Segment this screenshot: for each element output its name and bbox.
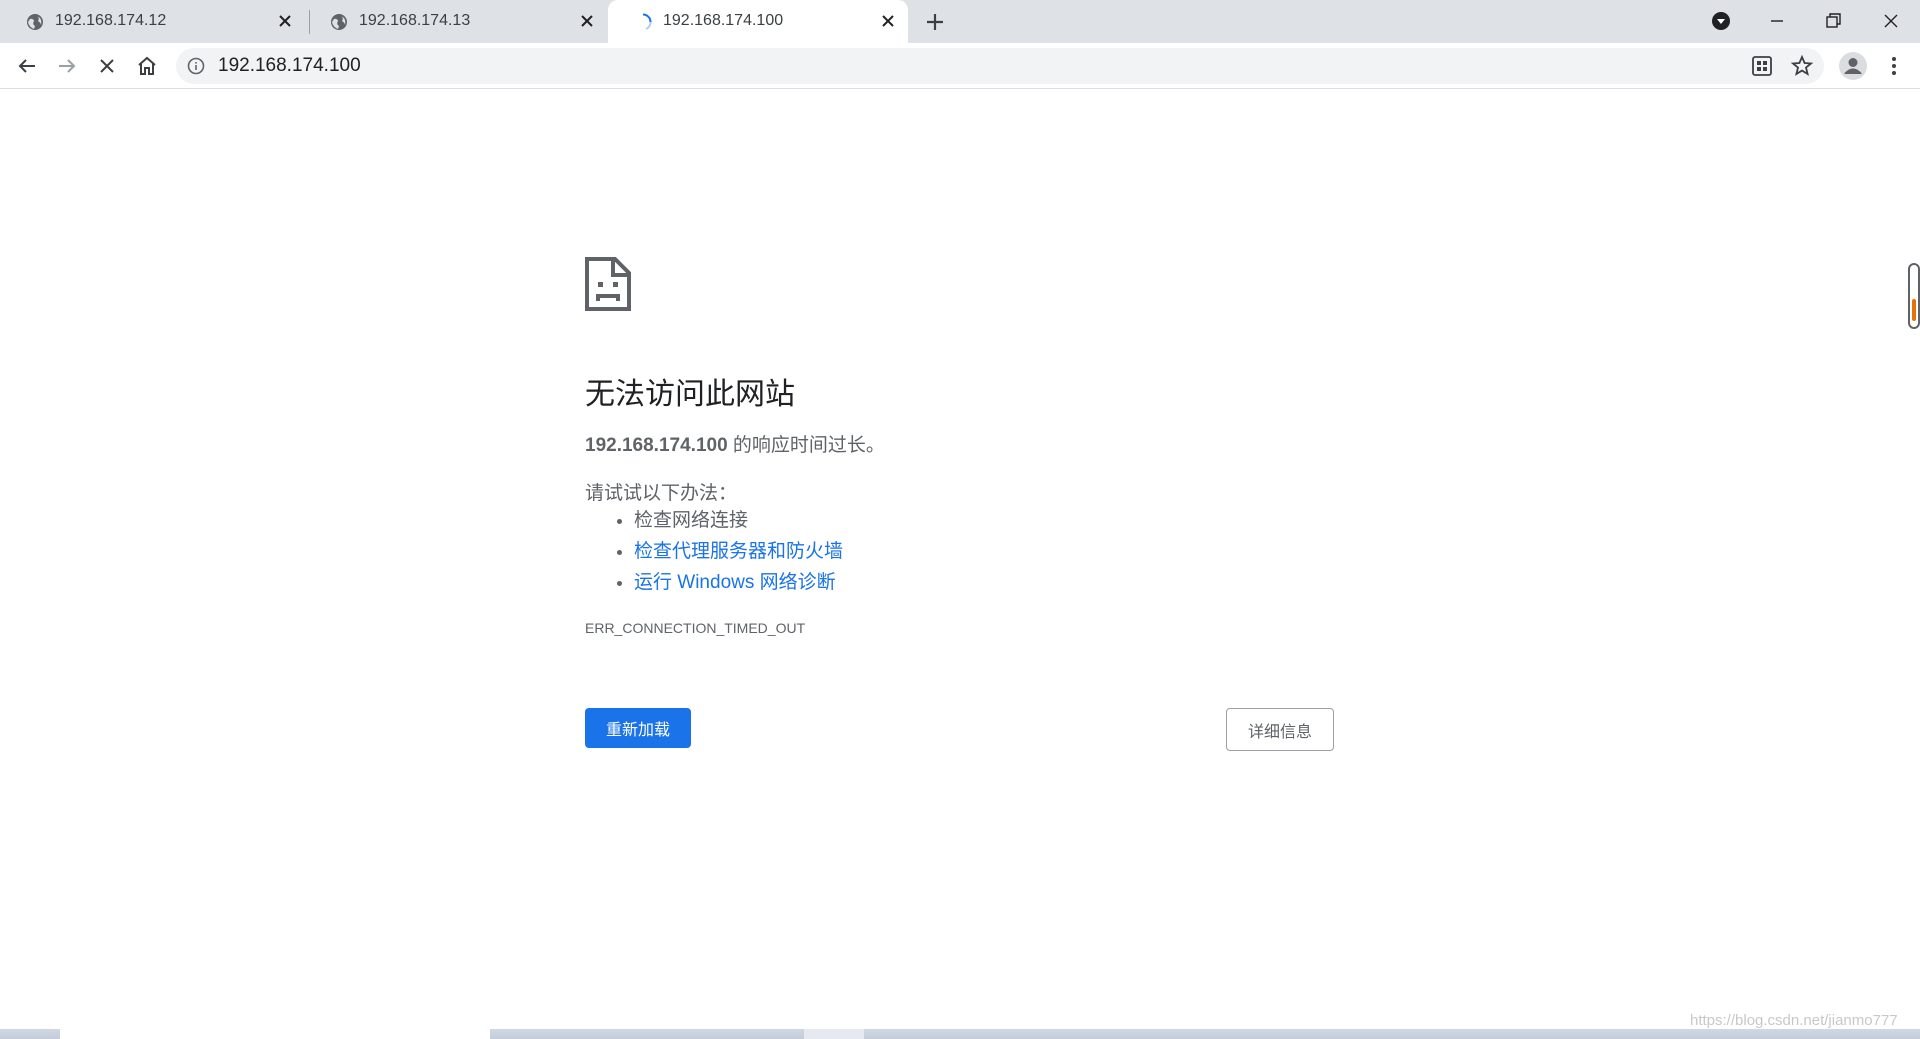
error-summary-text: 的响应时间过长。 xyxy=(727,435,885,456)
suggestion-item[interactable]: 检查代理服务器和防火墙 xyxy=(634,536,843,567)
error-code: ERR_CONNECTION_TIMED_OUT xyxy=(585,620,806,636)
globe-icon xyxy=(331,14,347,30)
sad-page-icon xyxy=(585,257,631,311)
watermark-text: https://blog.csdn.net/jianmo777 xyxy=(1690,1012,1898,1029)
restore-icon[interactable] xyxy=(1820,8,1846,34)
close-icon[interactable] xyxy=(577,11,597,31)
window-close-icon[interactable] xyxy=(1878,8,1904,34)
loading-spinner-icon xyxy=(642,13,652,30)
back-arrow-icon[interactable] xyxy=(15,54,39,78)
stop-loading-icon[interactable] xyxy=(95,54,119,78)
taskbar-item[interactable] xyxy=(60,1029,490,1039)
translate-icon[interactable] xyxy=(1750,54,1774,78)
globe-icon xyxy=(27,14,43,30)
try-heading: 请试试以下办法： xyxy=(585,483,738,504)
taskbar-item[interactable] xyxy=(804,1029,864,1039)
minimize-icon[interactable] xyxy=(1764,8,1790,34)
close-icon[interactable] xyxy=(275,11,295,31)
close-icon[interactable] xyxy=(878,11,898,31)
reload-button[interactable]: 重新加载 xyxy=(585,708,691,748)
windows-diagnostics-link[interactable]: 运行 Windows 网络诊断 xyxy=(634,572,836,593)
details-button[interactable]: 详细信息 xyxy=(1226,708,1334,751)
home-icon[interactable] xyxy=(135,54,159,78)
tab-title: 192.168.174.100 xyxy=(663,12,784,29)
tab-2[interactable]: 192.168.174.13 xyxy=(304,0,607,43)
suggestion-list: 检查网络连接 检查代理服务器和防火墙 运行 Windows 网络诊断 xyxy=(585,505,843,598)
error-host: 192.168.174.100 xyxy=(585,435,728,456)
suggestion-item: 检查网络连接 xyxy=(634,505,843,536)
url-text[interactable]: 192.168.174.100 xyxy=(218,55,361,77)
forward-arrow-icon[interactable] xyxy=(55,54,79,78)
suggestion-item[interactable]: 运行 Windows 网络诊断 xyxy=(634,567,843,598)
suggestion-text: 检查网络连接 xyxy=(634,510,749,531)
scroll-thumb[interactable] xyxy=(1912,299,1916,321)
site-info-icon[interactable] xyxy=(187,57,205,75)
address-bar[interactable]: 192.168.174.100 xyxy=(176,48,1824,84)
new-tab-plus-icon[interactable] xyxy=(923,10,947,34)
error-page: 无法访问此网站 192.168.174.100 的响应时间过长。 请试试以下办法… xyxy=(0,90,1920,1028)
bookmark-star-icon[interactable] xyxy=(1790,54,1814,78)
profile-avatar-icon[interactable] xyxy=(1838,51,1868,81)
more-menu-icon[interactable] xyxy=(1882,54,1906,78)
tab-title: 192.168.174.13 xyxy=(359,12,471,29)
tab-3-active[interactable]: 192.168.174.100 xyxy=(608,0,908,43)
proxy-firewall-link[interactable]: 检查代理服务器和防火墙 xyxy=(634,541,843,562)
tab-search-icon[interactable] xyxy=(1708,8,1734,34)
side-scroll-handle[interactable] xyxy=(1908,263,1920,329)
tab-strip: 192.168.174.12 192.168.174.13 192.168.17… xyxy=(0,0,1920,43)
browser-toolbar: 192.168.174.100 xyxy=(0,43,1920,89)
error-title: 无法访问此网站 xyxy=(585,378,795,411)
taskbar-strip xyxy=(0,1029,1920,1039)
error-summary: 192.168.174.100 的响应时间过长。 xyxy=(585,430,885,457)
tab-title: 192.168.174.12 xyxy=(55,12,167,29)
tab-1[interactable]: 192.168.174.12 xyxy=(0,0,305,43)
